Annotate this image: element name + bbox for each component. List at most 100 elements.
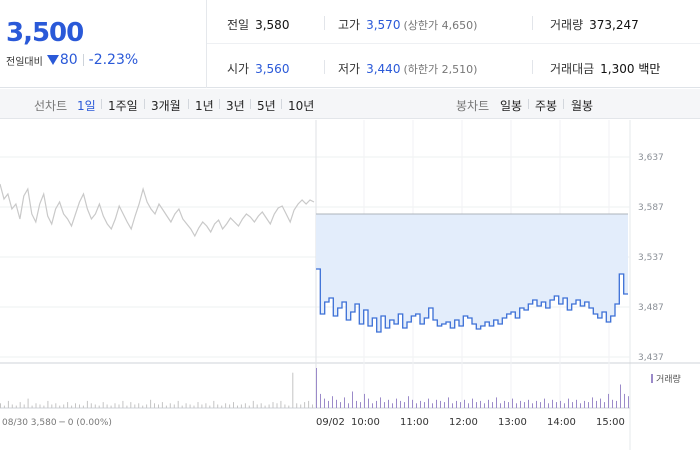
volume-bar [256,404,258,408]
volume-bar [408,396,409,408]
tab-1-year[interactable]: 1년 [195,97,214,114]
divider [250,99,251,109]
change-row: 전일대비 80 -2.23% [6,52,206,68]
tab-10-years[interactable]: 10년 [288,97,314,114]
volume-bar [468,403,469,408]
volume-bar [98,405,100,408]
tab-monthly-candle[interactable]: 월봉 [571,97,593,114]
volume-bar [552,399,553,408]
volume-bar [288,405,290,408]
volume-bar [416,403,417,408]
x-tick-label: 15:00 [596,417,625,428]
volume-bar [276,403,278,408]
volume-bar [396,398,397,408]
stat-high: 고가 3,570 (상한가 4,650) [338,16,477,33]
divider [563,99,564,109]
x-tick-label: 13:00 [498,417,527,428]
volume-bar [444,402,445,408]
volume-bar [400,400,401,408]
volume-bar [264,405,266,408]
volume-bar [564,403,565,408]
volume-bar [280,400,282,408]
volume-bar [432,403,433,408]
volume-bar [272,402,274,408]
volume-bar [480,400,481,408]
volume-bar [268,404,270,408]
volume-bar [23,404,25,408]
volume-bar [404,402,405,408]
volume-bar [82,405,84,408]
y-tick-label: 3,637 [638,153,664,163]
tab-1-day[interactable]: 1일 [77,97,96,114]
tab-weekly-candle[interactable]: 주봉 [535,97,557,114]
volume-bar [126,405,128,408]
tab-daily-candle[interactable]: 일봉 [500,97,522,114]
volume-bar [568,398,569,408]
volume-bar [244,403,246,408]
volume-bar [177,400,179,408]
volume-bar [560,400,561,408]
volume-bar [484,403,485,408]
volume-bar [548,403,549,408]
volume-bar [165,405,167,408]
volume-bar [134,404,136,408]
volume-bar [252,400,254,408]
volume-bar [424,402,425,408]
divider [528,99,529,109]
volume-bar [308,400,310,408]
tab-3-years[interactable]: 3년 [226,97,245,114]
stat-value: 373,247 [589,18,639,32]
volume-bar [229,404,231,408]
volume-bar [114,403,116,408]
volume-bars [0,368,629,408]
y-tick-label: 3,587 [638,203,664,213]
volume-bar [392,403,393,408]
volume-bar [452,403,453,408]
volume-bar [31,405,33,408]
volume-bar [376,400,377,408]
volume-bar [352,391,353,408]
volume-bar [233,402,234,408]
y-tick-label: 3,537 [638,253,664,263]
volume-bar [71,405,73,408]
volume-bar [59,405,61,408]
volume-bar [296,403,298,408]
volume-bar [185,403,187,408]
volume-bar [488,399,489,408]
divider [532,60,533,74]
volume-bar [556,402,557,408]
volume-bar [122,400,124,408]
change-label: 전일대비 [6,56,43,68]
volume-bar [584,400,585,408]
volume-bar [154,403,155,408]
volume-bar [316,368,317,408]
stat-low: 저가 3,440 (하한가 2,510) [338,60,477,77]
volume-bar [516,403,517,408]
volume-bar [142,405,144,408]
volume-bar [90,403,92,408]
volume-bar [364,393,365,408]
volume-bar [348,403,349,408]
volume-bar [356,400,357,408]
volume-bar [536,400,537,408]
volume-bar [360,402,361,408]
volume-bar [456,400,457,408]
volume-bar [67,402,69,408]
volume-bar [472,398,473,408]
y-tick-label: 3,437 [638,353,664,363]
current-price: 3,500 [6,18,84,48]
volume-bar [110,405,112,408]
tab-3-months[interactable]: 3개월 [151,97,181,114]
volume-bar [39,404,41,408]
tab-5-years[interactable]: 5년 [257,97,276,114]
volume-bar [520,400,521,408]
volume-bar [320,393,321,408]
volume-bar [189,404,191,408]
stat-label: 전일 [227,18,250,32]
volume-bar [384,402,385,408]
change-amount: 80 [59,52,78,68]
divider [207,43,700,44]
stat-limit: (하한가 2,510) [403,63,478,76]
tab-1-week[interactable]: 1주일 [108,97,138,114]
y-tick-label: 3,487 [638,303,664,313]
